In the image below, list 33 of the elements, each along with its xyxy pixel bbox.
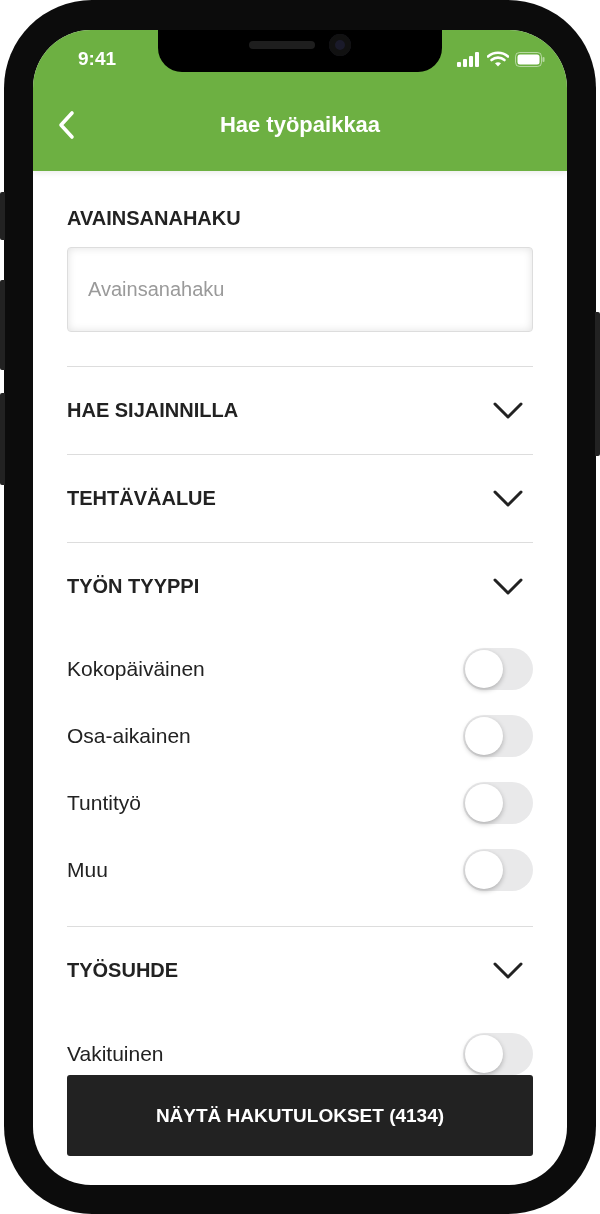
battery-icon	[515, 51, 545, 67]
chevron-down-icon	[493, 577, 523, 596]
section-heading: TYÖSUHDE	[67, 959, 179, 982]
option-label: Tuntityö	[67, 790, 141, 815]
section-heading: HAE SIJAINNILLA	[67, 399, 239, 422]
option-label: Osa-aikainen	[67, 723, 191, 748]
chevron-down-icon	[493, 489, 523, 508]
option-label: Vakituinen	[67, 1041, 164, 1066]
section-heading: AVAINSANAHAKU	[67, 206, 242, 229]
filter-section-header[interactable]: TYÖSUHDE	[67, 927, 533, 1014]
wifi-icon	[487, 51, 509, 67]
show-results-button[interactable]: NÄYTÄ HAKUTULOKSET (4134)	[67, 1075, 533, 1156]
toggle-switch[interactable]	[463, 714, 533, 757]
toggle-switch[interactable]	[463, 848, 533, 891]
section-heading: TEHTÄVÄALUE	[67, 487, 216, 510]
filter-section-header[interactable]: TYÖN TYYPPI	[67, 543, 533, 630]
keyword-search-field[interactable]: Avainsanahaku	[67, 247, 533, 332]
camera-lens	[329, 34, 351, 56]
toggle-switch[interactable]	[463, 781, 533, 824]
back-icon[interactable]	[57, 110, 75, 140]
chevron-down-icon	[493, 961, 523, 980]
filter-section-header[interactable]: HAE SIJAINNILLA	[67, 367, 533, 454]
signal-icon	[457, 51, 481, 67]
chevron-down-icon	[493, 401, 523, 420]
section-heading: TYÖN TYYPPI	[67, 575, 200, 598]
option-label: Muu	[67, 857, 108, 882]
toggle-switch[interactable]	[463, 1032, 533, 1075]
page-title: Hae työpaikkaa	[219, 111, 381, 138]
status-time: 9:41	[78, 48, 117, 70]
option-label: Kokopäiväinen	[67, 656, 205, 681]
filter-section-header[interactable]: TEHTÄVÄALUE	[67, 455, 533, 542]
speaker-grille	[249, 41, 315, 49]
toggle-switch[interactable]	[463, 647, 533, 690]
